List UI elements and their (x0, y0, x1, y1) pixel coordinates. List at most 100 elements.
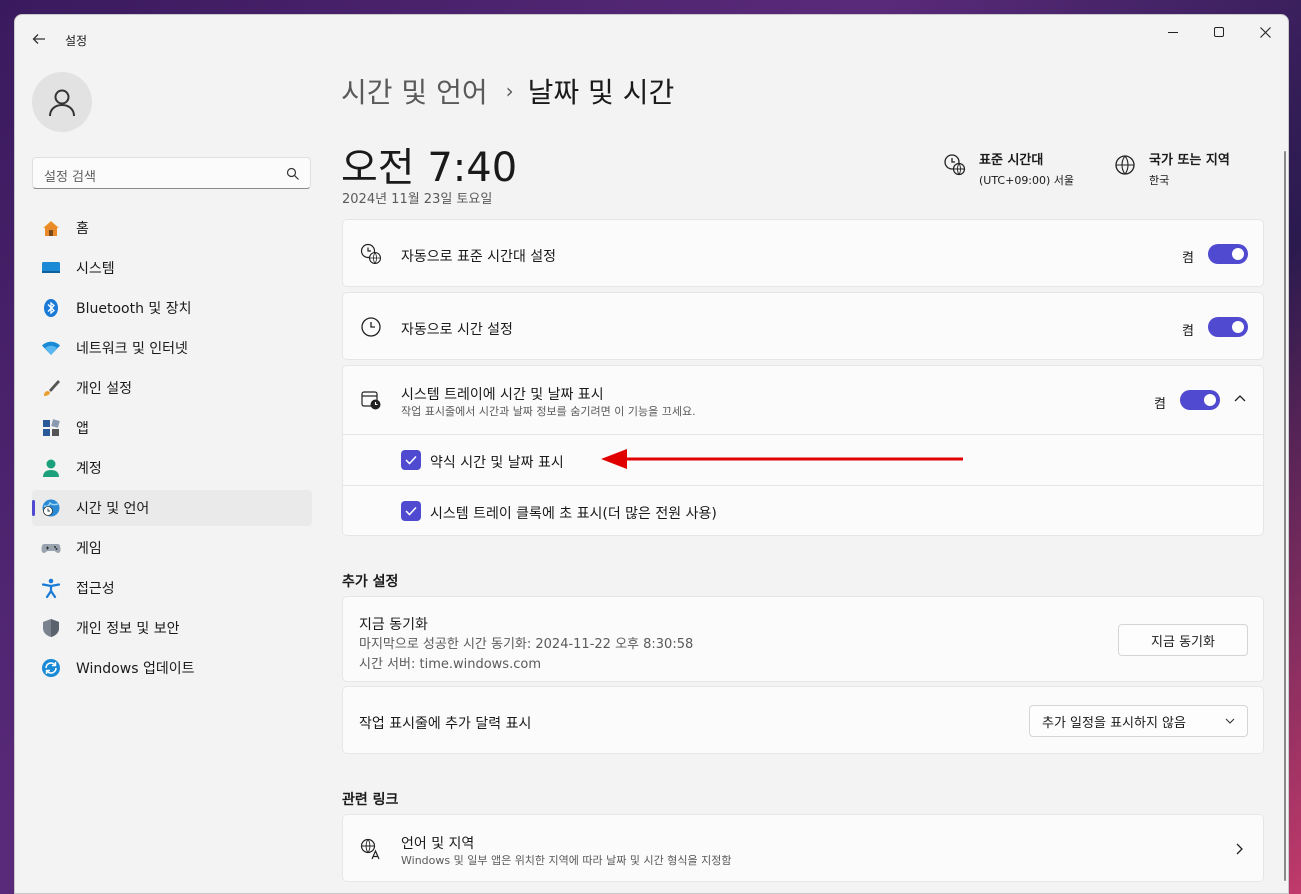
short-time-date-checkbox[interactable] (401, 450, 421, 470)
auto-time-label: 자동으로 시간 설정 (401, 322, 513, 338)
search-icon (286, 167, 299, 180)
search-placeholder: 설정 검색 (44, 170, 96, 185)
sidebar-item-label: 시간 및 언어 (76, 501, 150, 517)
accessibility-icon (41, 578, 61, 598)
annotation-arrow-icon (601, 449, 963, 469)
additional-settings-heading: 추가 설정 (342, 574, 399, 590)
apps-icon (41, 418, 61, 438)
sidebar-item-time-language[interactable]: 시간 및 언어 (32, 490, 312, 526)
time-language-icon (41, 498, 61, 518)
breadcrumb: 시간 및 언어 › 날짜 및 시간 (341, 71, 674, 111)
sidebar-item-windows-update[interactable]: Windows 업데이트 (32, 650, 312, 686)
show-seconds-label: 시스템 트레이 클록에 초 표시(더 많은 전원 사용) (430, 506, 717, 522)
scrollbar[interactable] (1284, 151, 1286, 881)
sidebar-item-label: 네트워크 및 인터넷 (76, 341, 188, 357)
sidebar-item-label: Bluetooth 및 장치 (76, 301, 192, 317)
minimize-button[interactable] (1150, 15, 1196, 49)
language-region-description: Windows 및 일부 앱은 위치한 지역에 따라 날짜 및 시간 형식을 지… (401, 854, 732, 867)
sidebar-item-label: 홈 (76, 221, 89, 237)
back-arrow-icon (32, 34, 45, 44)
sidebar-nav: 홈 시스템 Bluetooth 및 장치 네트워크 및 인터넷 개인 설정 앱 … (32, 210, 312, 690)
sidebar-item-home[interactable]: 홈 (32, 210, 312, 246)
sidebar-item-label: 개인 설정 (76, 381, 132, 397)
tray-time-label: 시스템 트레이에 시간 및 날짜 표시 (401, 387, 604, 403)
auto-timezone-state: 켬 (1182, 251, 1194, 266)
timezone-info: 표준 시간대 (UTC+09:00) 서울 (943, 149, 1074, 188)
user-icon (49, 89, 75, 117)
settings-search[interactable]: 설정 검색 (32, 157, 311, 189)
title-bar: 설정 (15, 15, 1288, 63)
region-value: 한국 (1149, 174, 1170, 187)
region-title: 국가 또는 지역 (1149, 153, 1230, 168)
back-button[interactable] (27, 27, 51, 51)
region-info: 국가 또는 지역 한국 (1113, 149, 1230, 188)
show-seconds-checkbox[interactable] (401, 501, 421, 521)
sidebar-item-bluetooth[interactable]: Bluetooth 및 장치 (32, 290, 312, 326)
divider (343, 434, 1263, 435)
sync-server: 시간 서버: time.windows.com (359, 657, 541, 672)
sidebar-item-label: 계정 (76, 461, 102, 477)
auto-time-toggle[interactable] (1208, 317, 1248, 337)
breadcrumb-separator: › (505, 79, 514, 103)
close-button[interactable] (1242, 15, 1288, 49)
close-icon (1259, 26, 1271, 38)
sidebar-item-accessibility[interactable]: 접근성 (32, 570, 312, 606)
sidebar-item-personalization[interactable]: 개인 설정 (32, 370, 312, 406)
minimize-icon (1168, 31, 1178, 33)
system-icon (41, 258, 61, 278)
home-icon (41, 218, 61, 238)
clock-icon (361, 317, 381, 337)
update-icon (41, 658, 61, 678)
chevron-up-icon[interactable] (1234, 394, 1246, 402)
sidebar-item-system[interactable]: 시스템 (32, 250, 312, 286)
language-region-link[interactable]: 언어 및 지역 Windows 및 일부 앱은 위치한 지역에 따라 날짜 및 … (342, 814, 1264, 882)
sidebar-item-gaming[interactable]: 게임 (32, 530, 312, 566)
auto-time-state: 켬 (1182, 324, 1194, 339)
calendar-clock-icon (361, 391, 381, 410)
sidebar-item-label: 개인 정보 및 보안 (76, 621, 180, 637)
tray-time-state: 켬 (1154, 397, 1166, 412)
account-icon (41, 458, 61, 478)
sync-title: 지금 동기화 (359, 617, 428, 633)
breadcrumb-parent[interactable]: 시간 및 언어 (341, 71, 488, 111)
globe-icon (1115, 155, 1135, 175)
sidebar-item-label: Windows 업데이트 (76, 661, 195, 677)
sidebar-item-label: 시스템 (76, 261, 115, 277)
chevron-down-icon (1225, 718, 1235, 724)
sidebar-item-label: 앱 (76, 421, 89, 437)
sidebar-item-apps[interactable]: 앱 (32, 410, 312, 446)
page-title: 날짜 및 시간 (527, 76, 675, 109)
auto-timezone-toggle[interactable] (1208, 244, 1248, 264)
additional-calendar-label: 작업 표시줄에 추가 달력 표시 (359, 716, 532, 732)
sync-now-button[interactable]: 지금 동기화 (1118, 624, 1248, 656)
timezone-icon (944, 154, 966, 176)
bluetooth-icon (41, 298, 61, 318)
shield-icon (41, 618, 61, 638)
tray-time-description: 작업 표시줄에서 시간과 날짜 정보를 숨기려면 이 기능을 끄세요. (401, 405, 696, 418)
tray-time-toggle[interactable] (1180, 390, 1220, 410)
avatar[interactable] (32, 72, 92, 132)
auto-timezone-card: 자동으로 표준 시간대 설정 켬 (342, 219, 1264, 287)
maximize-icon (1214, 27, 1224, 37)
checkmark-icon (405, 455, 417, 465)
sidebar-item-network[interactable]: 네트워크 및 인터넷 (32, 330, 312, 366)
timezone-value: (UTC+09:00) 서울 (979, 174, 1075, 187)
related-links-heading: 관련 링크 (342, 792, 399, 808)
language-icon (360, 838, 380, 860)
brush-icon (41, 378, 61, 398)
auto-timezone-label: 자동으로 표준 시간대 설정 (401, 249, 557, 265)
additional-calendar-card: 작업 표시줄에 추가 달력 표시 추가 일정을 표시하지 않음 (342, 686, 1264, 754)
wifi-icon (41, 338, 61, 358)
additional-calendar-value: 추가 일정을 표시하지 않음 (1042, 715, 1186, 731)
auto-time-card: 자동으로 시간 설정 켬 (342, 292, 1264, 360)
maximize-button[interactable] (1196, 15, 1242, 49)
chevron-right-icon (1236, 843, 1243, 855)
timezone-globe-icon (360, 243, 382, 265)
language-region-title: 언어 및 지역 (401, 836, 475, 852)
current-date: 2024년 11월 23일 토요일 (342, 192, 493, 207)
sync-now-card: 지금 동기화 마지막으로 성공한 시간 동기화: 2024-11-22 오후 8… (342, 596, 1264, 682)
gamepad-icon (41, 538, 61, 558)
sidebar-item-privacy[interactable]: 개인 정보 및 보안 (32, 610, 312, 646)
sidebar-item-accounts[interactable]: 계정 (32, 450, 312, 486)
additional-calendar-select[interactable]: 추가 일정을 표시하지 않음 (1029, 705, 1248, 737)
